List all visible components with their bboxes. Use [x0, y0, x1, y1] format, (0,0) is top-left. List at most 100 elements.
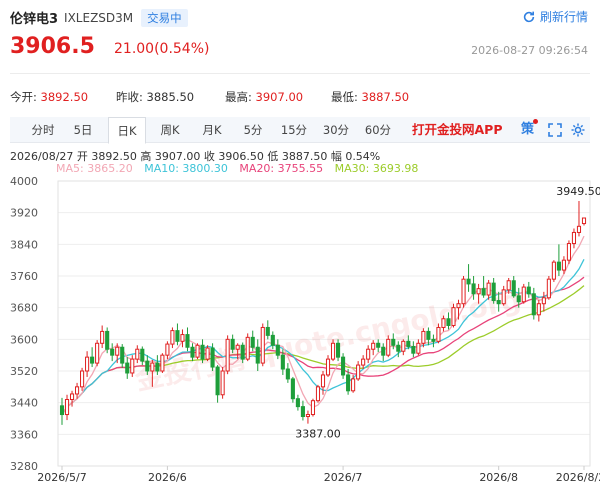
candle-body [315, 386, 321, 402]
divider [10, 73, 590, 74]
candle-body [175, 330, 180, 342]
candle-body [160, 354, 165, 372]
candle-body [456, 303, 461, 309]
candle-body [285, 368, 290, 380]
candle-body [64, 399, 70, 416]
x-tick-label: 2026/6 [148, 471, 187, 482]
candle-body [230, 338, 235, 350]
candle-body [310, 400, 316, 416]
candle [295, 394, 300, 411]
tab-weekly-k[interactable]: 周K [152, 117, 188, 143]
candle [185, 327, 190, 352]
instrument-name: 伦锌电3 [10, 12, 59, 27]
tab-30min[interactable]: 30分 [318, 117, 354, 143]
candle [461, 276, 466, 308]
candle [160, 353, 165, 373]
candle-body [325, 358, 331, 376]
candle-body [501, 289, 506, 305]
tab-15min[interactable]: 15分 [276, 117, 312, 143]
candle [310, 398, 316, 417]
candle-body [406, 340, 411, 347]
y-tick-label: 3440 [10, 397, 38, 410]
tab-5min[interactable]: 5分 [238, 117, 268, 143]
candle [431, 334, 436, 348]
candle-body [255, 346, 260, 364]
candle-body [265, 326, 270, 336]
candle-body [346, 374, 351, 392]
candle-body [336, 342, 341, 358]
candle-body [225, 338, 230, 372]
y-tick-label: 3680 [10, 302, 38, 315]
candle [361, 355, 366, 370]
candle-body [235, 344, 240, 350]
tab-5day[interactable]: 5日 [66, 117, 100, 143]
candle-body [280, 354, 285, 370]
candle [170, 327, 175, 349]
candle-body [195, 344, 200, 358]
candle-body [516, 295, 521, 303]
open-app-link[interactable]: 打开金投网APP [412, 117, 503, 143]
candle-body [426, 330, 431, 340]
candle-body [446, 318, 451, 326]
candle-body [546, 278, 551, 299]
candle-body [145, 360, 150, 372]
candle [546, 276, 551, 300]
candle-body [581, 217, 587, 225]
instrument-header: 伦锌电3 IXLEZSD3M 交易中 [10, 8, 188, 27]
candle [200, 339, 205, 364]
candle [110, 343, 115, 362]
candle-body [150, 362, 155, 372]
candle [215, 365, 220, 403]
candle-body [421, 330, 426, 344]
candle-body [115, 346, 120, 356]
candle [260, 323, 265, 367]
candle [526, 281, 531, 298]
candle-body [165, 343, 170, 356]
refresh-label: 刷新行情 [539, 10, 588, 24]
candle [59, 397, 65, 425]
candle-body [521, 286, 526, 303]
candle-body [80, 370, 85, 388]
candle-body [205, 347, 210, 360]
last-price: 3906.5 [10, 34, 95, 59]
quote-datetime: 2026-08-27 09:26:54 [471, 44, 588, 57]
candle [95, 340, 100, 367]
tab-daily-k[interactable]: 日K [108, 117, 146, 144]
candle [521, 283, 526, 304]
candle [466, 264, 471, 292]
candle [225, 335, 230, 375]
candle-body [506, 280, 511, 291]
candle-body [215, 366, 220, 396]
candle [125, 357, 130, 379]
candle [105, 327, 110, 354]
tab-monthly-k[interactable]: 月K [194, 117, 230, 143]
candle-body [551, 261, 556, 280]
candle-body [391, 338, 396, 346]
candle-body [290, 378, 295, 400]
candle-body [210, 347, 215, 368]
tab-intraday[interactable]: 分时 [26, 117, 60, 143]
candle-body [250, 336, 255, 348]
x-tick-label: 2026/8 [479, 471, 518, 482]
tab-60min[interactable]: 60分 [360, 117, 396, 143]
candle-body [401, 340, 406, 352]
candle-body [59, 405, 65, 416]
settings-icon[interactable] [570, 122, 586, 138]
candle-body [466, 278, 471, 285]
refresh-quote-button[interactable]: 刷新行情 [522, 8, 588, 25]
candle-body [561, 259, 566, 271]
candle-body [85, 356, 90, 372]
candle-body [295, 398, 300, 408]
candlestick-chart[interactable]: 4000 3920 3840 3760 3680 3600 3520 3440 3360 3280… [0, 174, 600, 482]
candle [195, 343, 200, 360]
candle-body [396, 344, 401, 352]
candle-body [571, 231, 577, 245]
strategy-icon[interactable]: 策 [521, 119, 538, 138]
candle [551, 260, 556, 282]
candle-body [305, 414, 310, 418]
candle [325, 355, 331, 377]
candle-body [356, 364, 361, 380]
fullscreen-icon[interactable] [547, 122, 563, 138]
candle [401, 339, 406, 356]
instrument-code: IXLEZSD3M [64, 10, 134, 25]
